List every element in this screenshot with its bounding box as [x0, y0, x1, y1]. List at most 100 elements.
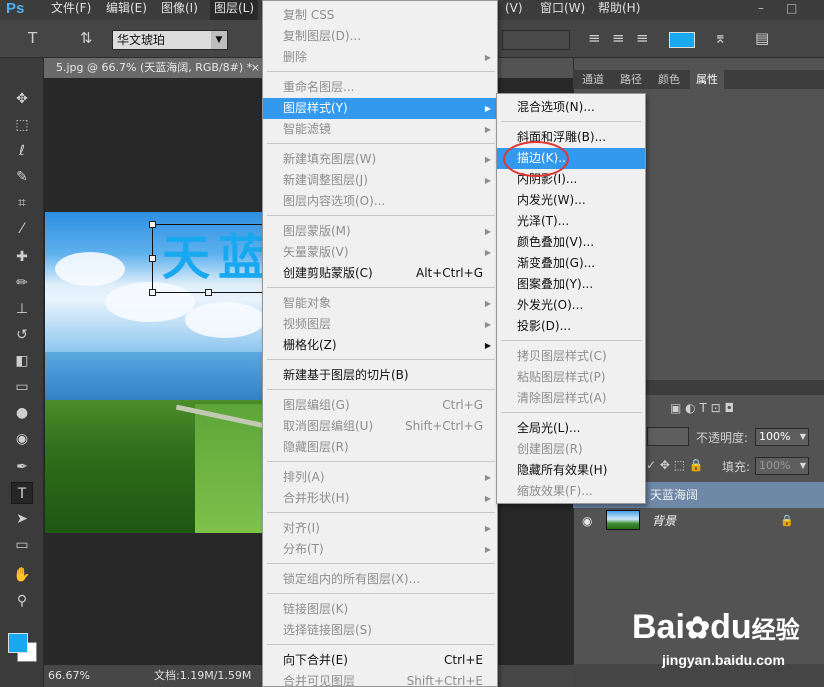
zoom-tool-icon[interactable]: ⚲ — [11, 590, 33, 612]
document-size[interactable]: 文档:1.19M/1.59M — [154, 665, 251, 687]
menu-item-copy-css[interactable]: 复制 CSS — [263, 5, 497, 26]
menu-item-pattern-overlay[interactable]: 图案叠加(Y)... — [497, 274, 645, 295]
align-center-icon[interactable]: ≡ — [612, 29, 625, 47]
menu-file[interactable]: 文件(F) — [51, 0, 91, 20]
menu-item-paste-layer-style[interactable]: 粘贴图层样式(P) — [497, 367, 645, 388]
menu-item-ungroup-layers[interactable]: 取消图层编组(U) Shift+Ctrl+G — [263, 416, 497, 437]
eyedropper-tool-icon[interactable]: ⁄ — [11, 218, 33, 240]
menu-item-align[interactable]: 对齐(I) ▶ — [263, 518, 497, 539]
menu-item-distribute[interactable]: 分布(T) ▶ — [263, 539, 497, 560]
font-family-dropdown[interactable]: 华文琥珀 ▼ — [112, 30, 228, 50]
menu-item-select-linked[interactable]: 选择链接图层(S) — [263, 620, 497, 641]
blend-mode-dropdown[interactable] — [647, 427, 689, 446]
menu-layer[interactable]: 图层(L) — [210, 0, 259, 20]
menu-item-hide-layers[interactable]: 隐藏图层(R) — [263, 437, 497, 458]
menu-item-new-adjustment-layer[interactable]: 新建调整图层(J) ▶ — [263, 170, 497, 191]
brush-tool-icon[interactable]: ✏ — [11, 272, 33, 294]
menu-item-create-clipping-mask[interactable]: 创建剪贴蒙版(C) Alt+Ctrl+G — [263, 263, 497, 284]
move-tool-icon[interactable]: ✥ — [11, 88, 33, 110]
healing-brush-icon[interactable]: ✚ — [11, 246, 33, 268]
menu-item-hide-all-effects[interactable]: 隐藏所有效果(H) — [497, 460, 645, 481]
menu-item-duplicate-layer[interactable]: 复制图层(D)... — [263, 26, 497, 47]
warp-text-icon[interactable]: ⌆ — [714, 29, 727, 47]
menu-item-smart-filter[interactable]: 智能滤镜 ▶ — [263, 119, 497, 140]
shape-tool-icon[interactable]: ▭ — [11, 534, 33, 556]
foreground-color-swatch[interactable] — [8, 633, 28, 653]
menu-edit[interactable]: 编辑(E) — [106, 0, 147, 20]
transform-handle[interactable] — [149, 289, 156, 296]
menu-item-copy-layer-style[interactable]: 拷贝图层样式(C) — [497, 346, 645, 367]
menu-item-vector-mask[interactable]: 矢量蒙版(V) ▶ — [263, 242, 497, 263]
fill-input[interactable]: 100% ▼ — [755, 457, 809, 475]
menu-help[interactable]: 帮助(H) — [598, 0, 640, 20]
layer-name[interactable]: 背景 — [652, 508, 676, 534]
menu-image[interactable]: 图像(I) — [161, 0, 198, 20]
menu-item-rasterize[interactable]: 栅格化(Z) ▶ — [263, 335, 497, 356]
tab-properties[interactable]: 属性 — [690, 70, 724, 89]
menu-item-new-layer-slice[interactable]: 新建基于图层的切片(B) — [263, 365, 497, 386]
menu-item-layer-content-options[interactable]: 图层内容选项(O)... — [263, 191, 497, 212]
maximize-icon[interactable]: □ — [786, 0, 797, 20]
text-bounding-box[interactable] — [152, 224, 264, 293]
character-panel-icon[interactable]: ▤ — [755, 29, 769, 47]
transform-handle[interactable] — [149, 255, 156, 262]
document-tab[interactable]: 5.jpg @ 66.7% (天蓝海阔, RGB/8#) * × — [44, 58, 269, 78]
crop-tool-icon[interactable]: ⌗ — [11, 192, 33, 214]
align-left-icon[interactable]: ≡ — [588, 29, 601, 47]
lock-icons[interactable]: ✓ ✥ ⬚ 🔒 — [646, 458, 704, 472]
tab-paths[interactable]: 路径 — [614, 70, 648, 89]
menu-item-color-overlay[interactable]: 颜色叠加(V)... — [497, 232, 645, 253]
text-color-swatch[interactable] — [669, 32, 695, 48]
text-tool-icon[interactable]: T — [28, 29, 37, 47]
type-tool-icon[interactable]: T — [11, 482, 33, 504]
menu-item-lock-layers[interactable]: 锁定组内的所有图层(X)... — [263, 569, 497, 590]
menu-item-gradient-overlay[interactable]: 渐变叠加(G)... — [497, 253, 645, 274]
menu-item-scale-effects[interactable]: 缩放效果(F)... — [497, 481, 645, 502]
menu-item-link-layers[interactable]: 链接图层(K) — [263, 599, 497, 620]
path-select-icon[interactable]: ➤ — [11, 508, 33, 530]
menu-item-new-fill-layer[interactable]: 新建填充图层(W) ▶ — [263, 149, 497, 170]
menu-item-arrange[interactable]: 排列(A) ▶ — [263, 467, 497, 488]
menu-view[interactable]: (V) — [505, 0, 523, 20]
quick-select-tool-icon[interactable]: ✎ — [11, 166, 33, 188]
text-orientation-icon[interactable]: ⇅ — [80, 29, 93, 47]
tab-color[interactable]: 颜色 — [652, 70, 686, 89]
font-size-dropdown[interactable] — [502, 30, 570, 50]
tab-channels[interactable]: 通道 — [576, 70, 610, 89]
menu-item-merge-down[interactable]: 向下合并(E) Ctrl+E — [263, 650, 497, 671]
dodge-tool-icon[interactable]: ◉ — [11, 428, 33, 450]
blur-tool-icon[interactable]: ● — [11, 402, 33, 424]
layer-name[interactable]: 天蓝海阔 — [650, 482, 698, 508]
pen-tool-icon[interactable]: ✒ — [11, 456, 33, 478]
transform-handle[interactable] — [205, 289, 212, 296]
menu-item-blending-options[interactable]: 混合选项(N)... — [497, 97, 645, 118]
menu-item-create-layers[interactable]: 创建图层(R) — [497, 439, 645, 460]
eraser-tool-icon[interactable]: ◧ — [11, 350, 33, 372]
menu-item-video-layer[interactable]: 视频图层 ▶ — [263, 314, 497, 335]
gradient-tool-icon[interactable]: ▭ — [11, 376, 33, 398]
history-brush-icon[interactable]: ↺ — [11, 324, 33, 346]
menu-item-global-light[interactable]: 全局光(L)... — [497, 418, 645, 439]
menu-item-outer-glow[interactable]: 外发光(O)... — [497, 295, 645, 316]
layer-filter-icons[interactable]: ▣ ◐ T ⊡ ◘ — [670, 401, 734, 415]
menu-item-layer-mask[interactable]: 图层蒙版(M) ▶ — [263, 221, 497, 242]
close-tab-icon[interactable]: × — [251, 58, 260, 78]
menu-item-merge-visible[interactable]: 合并可见图层 Shift+Ctrl+E — [263, 671, 497, 687]
menu-item-clear-layer-style[interactable]: 清除图层样式(A) — [497, 388, 645, 409]
menu-window[interactable]: 窗口(W) — [540, 0, 585, 20]
zoom-level[interactable]: 66.67% — [48, 665, 90, 687]
menu-item-drop-shadow[interactable]: 投影(D)... — [497, 316, 645, 337]
menu-item-delete[interactable]: 删除 ▶ — [263, 47, 497, 68]
minimize-icon[interactable]: – — [758, 0, 764, 20]
marquee-tool-icon[interactable]: ⬚ — [11, 114, 33, 136]
menu-item-layer-style[interactable]: 图层样式(Y) ▶ — [263, 98, 497, 119]
menu-item-combine-shapes[interactable]: 合并形状(H) ▶ — [263, 488, 497, 509]
menu-item-smart-object[interactable]: 智能对象 ▶ — [263, 293, 497, 314]
hand-tool-icon[interactable]: ✋ — [11, 564, 33, 586]
eye-icon[interactable]: ◉ — [582, 514, 592, 528]
clone-stamp-icon[interactable]: ⊥ — [11, 298, 33, 320]
align-right-icon[interactable]: ≡ — [636, 29, 649, 47]
lasso-tool-icon[interactable]: ℓ — [11, 140, 33, 162]
menu-item-rename-layer[interactable]: 重命名图层... — [263, 77, 497, 98]
menu-item-inner-glow[interactable]: 内发光(W)... — [497, 190, 645, 211]
